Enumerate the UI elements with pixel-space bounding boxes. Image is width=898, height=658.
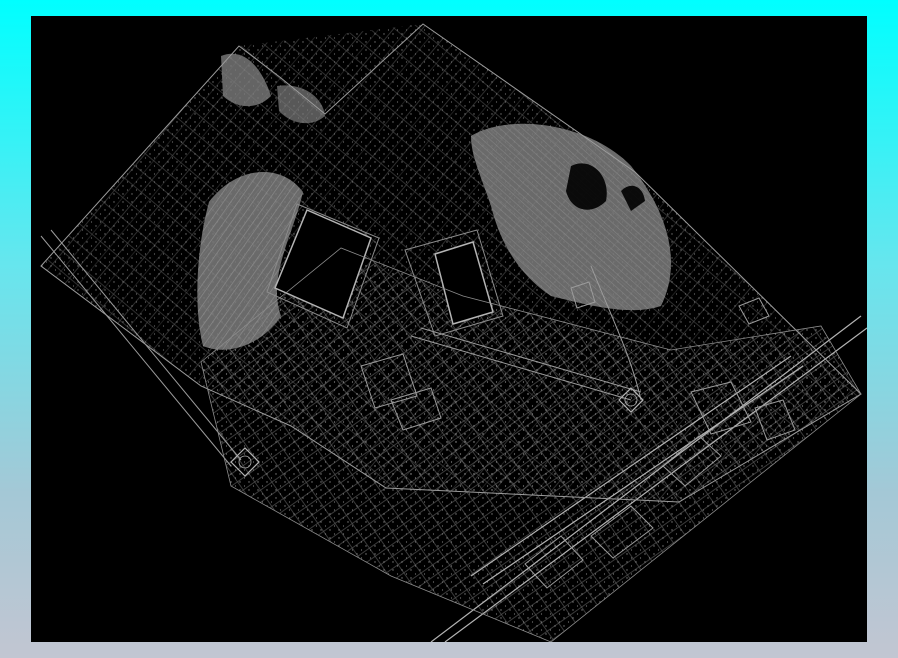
app-frame [0,0,898,658]
drawing-viewport[interactable] [31,16,867,642]
site-plan-drawing [40,23,867,642]
